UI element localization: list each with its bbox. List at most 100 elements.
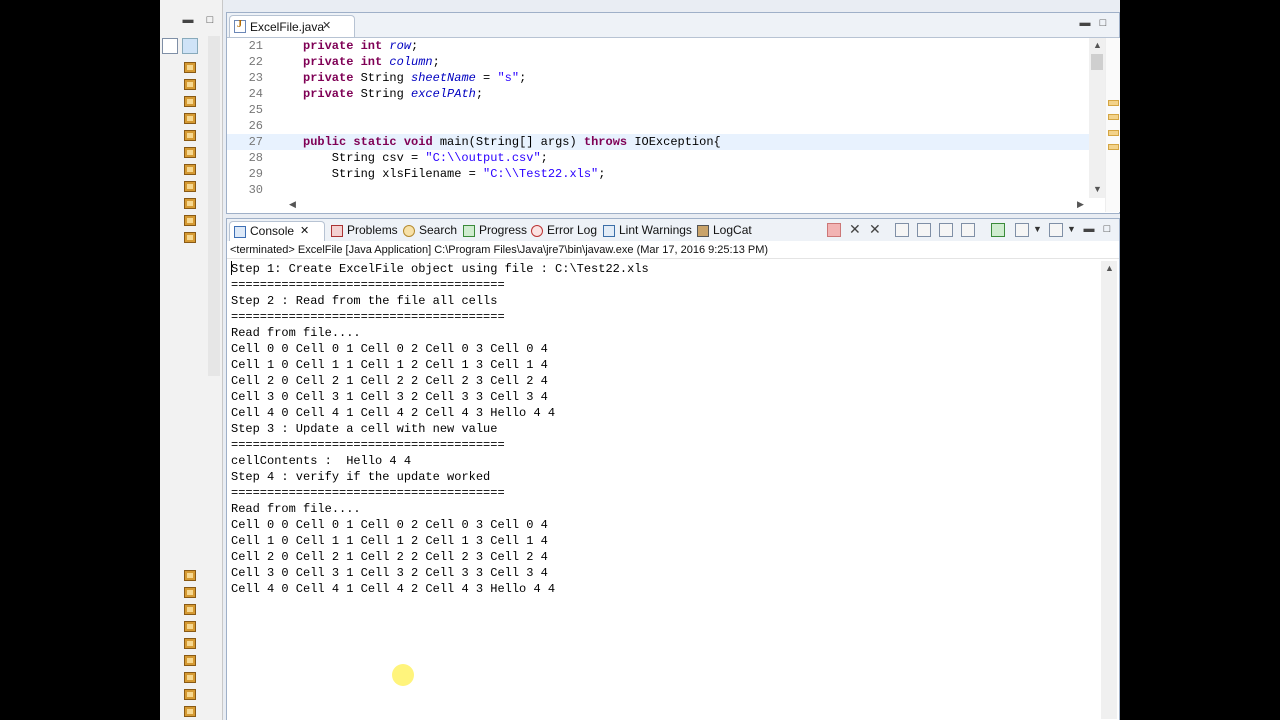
line-number: 23: [248, 71, 263, 85]
code-line[interactable]: 26: [227, 118, 1089, 134]
text-caret: [231, 261, 232, 275]
clear-console-icon[interactable]: [895, 223, 909, 237]
console-line: Step 2 : Read from the file all cells: [231, 294, 498, 308]
word-wrap-icon[interactable]: [939, 223, 953, 237]
annotation-marker[interactable]: [1108, 100, 1119, 106]
terminate-icon[interactable]: [827, 223, 841, 237]
code-line[interactable]: 30: [227, 182, 1089, 198]
close-icon[interactable]: ✕: [300, 222, 309, 240]
link-with-editor-icon[interactable]: [182, 38, 198, 54]
tab-label: Problems: [347, 223, 398, 237]
show-on-output-icon[interactable]: [961, 223, 975, 237]
code-line[interactable]: 21 private int row;: [227, 38, 1089, 54]
package-icon[interactable]: [184, 130, 196, 141]
annotation-marker[interactable]: [1108, 144, 1119, 150]
tab-search[interactable]: Search: [401, 221, 457, 241]
console-view: Console ✕ Problems Search Progress Error…: [226, 218, 1120, 720]
close-icon[interactable]: ✕: [322, 19, 331, 32]
tab-label: Search: [419, 223, 458, 237]
problems-icon: [331, 225, 343, 237]
tab-error-log[interactable]: Error Log: [529, 221, 597, 241]
package-icon[interactable]: [184, 96, 196, 107]
code-line[interactable]: 27 public static void main(String[] args)…: [227, 134, 1089, 150]
console-tab-bar: Console ✕ Problems Search Progress Error…: [227, 219, 1119, 242]
maximize-icon[interactable]: □: [1097, 17, 1109, 29]
minimize-icon[interactable]: ▬: [1079, 17, 1091, 29]
package-icon[interactable]: [184, 113, 196, 124]
console-line: Cell 1 0 Cell 1 1 Cell 1 2 Cell 1 3 Cell…: [231, 358, 548, 372]
package-icon[interactable]: [184, 638, 196, 649]
package-icon[interactable]: [184, 672, 196, 683]
code-line[interactable]: 28 String csv = "C:\\output.csv";: [227, 150, 1089, 166]
tab-label: Console: [250, 224, 295, 238]
package-icon[interactable]: [184, 79, 196, 90]
package-icon[interactable]: [184, 232, 196, 243]
console-line: Read from file....: [231, 502, 361, 516]
annotation-marker[interactable]: [1108, 114, 1119, 120]
package-icon[interactable]: [184, 621, 196, 632]
progress-icon: [463, 225, 475, 237]
checkbox-icon: [603, 225, 615, 237]
scroll-up-icon[interactable]: ▲: [1105, 263, 1114, 273]
tab-problems[interactable]: Problems: [329, 221, 398, 241]
console-line: Step 1: Create ExcelFile object using fi…: [231, 262, 649, 276]
package-icon[interactable]: [184, 570, 196, 581]
open-console-icon[interactable]: [1049, 223, 1063, 237]
tab-console[interactable]: Console ✕: [229, 221, 325, 241]
code-line[interactable]: 24 private String excelPAth;: [227, 86, 1089, 102]
console-line: Step 3 : Update a cell with new value: [231, 422, 498, 436]
annotation-marker[interactable]: [1108, 130, 1119, 136]
package-icon[interactable]: [184, 604, 196, 615]
tab-excelfile-java[interactable]: ExcelFile.java ✕: [229, 15, 355, 37]
maximize-icon[interactable]: □: [1101, 223, 1113, 235]
package-icon[interactable]: [184, 706, 196, 717]
chevron-down-icon[interactable]: ▼: [1067, 224, 1076, 234]
console-line: ======================================: [231, 278, 505, 292]
tab-progress[interactable]: Progress: [461, 221, 527, 241]
code-line[interactable]: 29 String xlsFilename = "C:\\Test22.xls"…: [227, 166, 1089, 182]
package-icon[interactable]: [184, 198, 196, 209]
console-scrollbar[interactable]: ▲: [1101, 261, 1117, 719]
line-number: 30: [248, 183, 263, 197]
code-line[interactable]: 25: [227, 102, 1089, 118]
pin-console-icon[interactable]: [991, 223, 1005, 237]
display-console-icon[interactable]: [1015, 223, 1029, 237]
scroll-right-icon[interactable]: ▶: [1077, 199, 1084, 210]
remove-all-icon[interactable]: ✕: [869, 221, 881, 238]
tab-label: Error Log: [547, 223, 598, 237]
scroll-thumb[interactable]: [1091, 54, 1103, 70]
scroll-down-icon[interactable]: ▼: [1093, 184, 1102, 194]
package-icon[interactable]: [184, 62, 196, 73]
mouse-cursor-highlight: [392, 664, 414, 686]
console-line: Step 4 : verify if the update worked: [231, 470, 491, 484]
tab-label: ExcelFile.java: [250, 20, 325, 34]
chevron-down-icon[interactable]: ▼: [1033, 224, 1042, 234]
editor-scrollbar[interactable]: ▲ ▼: [1089, 38, 1105, 198]
search-icon: [403, 225, 415, 237]
package-icon[interactable]: [184, 164, 196, 175]
remove-launch-icon[interactable]: ✕: [849, 221, 861, 238]
console-line: Cell 2 0 Cell 2 1 Cell 2 2 Cell 2 3 Cell…: [231, 550, 548, 564]
scroll-lock-icon[interactable]: [917, 223, 931, 237]
collapse-all-icon[interactable]: [162, 38, 178, 54]
minimize-icon[interactable]: ▬: [182, 14, 194, 26]
package-icon[interactable]: [184, 689, 196, 700]
tab-logcat[interactable]: LogCat: [695, 221, 752, 241]
maximize-icon[interactable]: □: [204, 14, 216, 26]
code-area[interactable]: 21 private int row; 22 private int column; 2…: [227, 38, 1119, 212]
line-number: 28: [248, 151, 263, 165]
package-icon[interactable]: [184, 215, 196, 226]
console-output[interactable]: Step 1: Create ExcelFile object using fi…: [231, 261, 1099, 720]
explorer-scrollbar[interactable]: [208, 36, 220, 376]
package-icon[interactable]: [184, 181, 196, 192]
minimize-icon[interactable]: ▬: [1083, 223, 1095, 235]
code-text: private int row;: [303, 39, 419, 53]
package-icon[interactable]: [184, 147, 196, 158]
code-line[interactable]: 22 private int column;: [227, 54, 1089, 70]
scroll-left-icon[interactable]: ◀: [289, 199, 296, 210]
scroll-up-icon[interactable]: ▲: [1093, 40, 1102, 50]
package-icon[interactable]: [184, 655, 196, 666]
package-icon[interactable]: [184, 587, 196, 598]
tab-lint-warnings[interactable]: Lint Warnings: [601, 221, 692, 241]
code-line[interactable]: 23 private String sheetName = "s";: [227, 70, 1089, 86]
